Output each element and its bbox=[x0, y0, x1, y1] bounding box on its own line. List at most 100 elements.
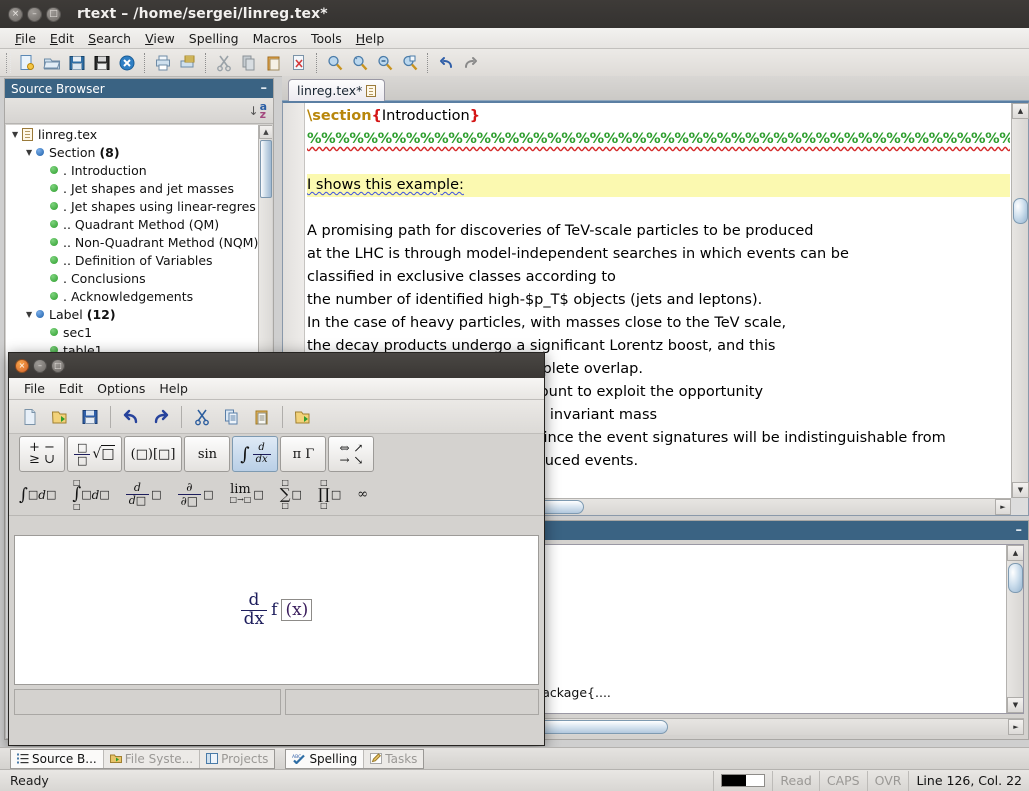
save-icon[interactable] bbox=[64, 51, 89, 75]
menu-macros[interactable]: Macros bbox=[246, 30, 304, 47]
math-dialog-maximize-button[interactable]: □ bbox=[51, 358, 65, 373]
open-file-icon[interactable] bbox=[39, 51, 64, 75]
spelling-dock-minimize-button[interactable]: – bbox=[1016, 524, 1023, 537]
math-menu-options[interactable]: Options bbox=[90, 380, 152, 397]
new-icon[interactable] bbox=[15, 403, 45, 431]
paste-icon[interactable] bbox=[261, 51, 286, 75]
math-tab-fractions-roots[interactable]: □ □ √□ bbox=[67, 436, 122, 472]
derivative-icon[interactable]: d d□ □ bbox=[125, 482, 162, 506]
bottom-tab-file-system[interactable]: File Syste... bbox=[104, 749, 201, 768]
paste-icon[interactable] bbox=[247, 403, 277, 431]
spelling-scroll-thumb[interactable] bbox=[1008, 563, 1023, 593]
print-preview-icon[interactable] bbox=[175, 51, 200, 75]
math-canvas[interactable]: d dx f (x) bbox=[14, 535, 539, 685]
definite-integral-icon[interactable]: □ ∫ □ □ d □ bbox=[72, 479, 109, 511]
tree-row-acknowledgements[interactable]: . Acknowledgements bbox=[6, 287, 272, 305]
window-close-button[interactable]: × bbox=[8, 6, 23, 22]
replace-icon[interactable] bbox=[372, 51, 397, 75]
sort-az-icon[interactable]: ↓ az bbox=[249, 101, 268, 120]
spelling-scroll-down-button[interactable]: ▼ bbox=[1007, 697, 1023, 713]
find-in-files-icon[interactable] bbox=[397, 51, 422, 75]
editor-scroll-thumb[interactable] bbox=[1013, 198, 1028, 224]
tree-row-definition-variables[interactable]: .. Definition of Variables bbox=[6, 251, 272, 269]
editor-tab-linreg[interactable]: linreg.tex* bbox=[288, 79, 386, 101]
window-maximize-button[interactable]: □ bbox=[46, 6, 61, 22]
math-tab-relations[interactable]: + − ≥ ∪ bbox=[19, 436, 65, 472]
tree-row-label[interactable]: ▼ Label (12) bbox=[6, 305, 272, 323]
editor-scroll-up-button[interactable]: ▲ bbox=[1012, 103, 1029, 119]
tree-row-quadrant-method[interactable]: .. Quadrant Method (QM) bbox=[6, 215, 272, 233]
tree-row-conclusions[interactable]: . Conclusions bbox=[6, 269, 272, 287]
undo-icon[interactable] bbox=[433, 51, 458, 75]
bottom-tab-projects[interactable]: Projects bbox=[200, 750, 274, 768]
math-dialog-minimize-button[interactable]: – bbox=[33, 358, 47, 373]
find-next-icon[interactable] bbox=[347, 51, 372, 75]
formula-argument-placeholder[interactable]: (x) bbox=[281, 599, 313, 621]
limit-icon[interactable]: lim □→□ □ bbox=[230, 483, 264, 505]
math-tab-brackets[interactable]: (□)[□] bbox=[123, 436, 183, 472]
memory-meter-wrap[interactable] bbox=[713, 770, 772, 791]
tree-scroll-thumb[interactable] bbox=[260, 140, 272, 198]
save-all-icon[interactable] bbox=[89, 51, 114, 75]
twisty-icon[interactable]: ▼ bbox=[12, 130, 22, 139]
tree-row-non-quadrant-method[interactable]: .. Non-Quadrant Method (NQM) bbox=[6, 233, 272, 251]
menu-search[interactable]: Search bbox=[81, 30, 138, 47]
toolbar-grip[interactable] bbox=[6, 52, 11, 73]
tree-scroll-up-button[interactable]: ▲ bbox=[259, 125, 272, 139]
spelling-scroll-up-button[interactable]: ▲ bbox=[1007, 545, 1023, 561]
open-icon[interactable] bbox=[45, 403, 75, 431]
spelling-hscroll-right-button[interactable]: ► bbox=[1008, 719, 1024, 735]
export-icon[interactable] bbox=[288, 403, 318, 431]
sum-icon[interactable]: □ ∑ □ □ bbox=[280, 479, 302, 510]
math-menu-edit[interactable]: Edit bbox=[52, 380, 90, 397]
menu-edit[interactable]: Edit bbox=[43, 30, 81, 47]
product-icon[interactable]: □ ∏ □ □ bbox=[318, 479, 341, 510]
twisty-icon[interactable]: ▼ bbox=[26, 148, 36, 157]
bottom-tab-tasks[interactable]: Tasks bbox=[364, 750, 423, 768]
menu-spelling[interactable]: Spelling bbox=[182, 30, 246, 47]
copy-icon[interactable] bbox=[236, 51, 261, 75]
new-file-icon[interactable] bbox=[14, 51, 39, 75]
editor-hscroll-right-button[interactable]: ► bbox=[995, 499, 1011, 515]
save-icon[interactable] bbox=[75, 403, 105, 431]
bottom-tab-source-browser[interactable]: Source B... bbox=[11, 749, 104, 768]
undo-icon[interactable] bbox=[116, 403, 146, 431]
tree-row-introduction[interactable]: . Introduction bbox=[6, 161, 272, 179]
cut-icon[interactable] bbox=[187, 403, 217, 431]
bottom-tab-spelling[interactable]: ABC Spelling bbox=[286, 749, 365, 768]
redo-icon[interactable] bbox=[458, 51, 483, 75]
tree-row-section[interactable]: ▼ Section (8) bbox=[6, 143, 272, 161]
menu-help[interactable]: Help bbox=[349, 30, 392, 47]
tree-row-linreg[interactable]: ▼ linreg.tex bbox=[6, 125, 272, 143]
tree-label: . Jet shapes using linear-regres bbox=[63, 198, 256, 214]
delete-icon[interactable] bbox=[286, 51, 311, 75]
menu-view[interactable]: View bbox=[138, 30, 182, 47]
editor-vertical-scrollbar[interactable]: ▲ ▼ bbox=[1011, 103, 1029, 498]
math-tab-calculus[interactable]: ∫ d dx bbox=[232, 436, 279, 472]
copy-icon[interactable] bbox=[217, 403, 247, 431]
math-tab-greek[interactable]: π Γ bbox=[280, 436, 327, 472]
math-tab-functions[interactable]: sin bbox=[184, 436, 231, 472]
twisty-icon[interactable]: ▼ bbox=[26, 310, 36, 319]
redo-icon[interactable] bbox=[146, 403, 176, 431]
editor-scroll-down-button[interactable]: ▼ bbox=[1012, 482, 1029, 498]
math-menu-help[interactable]: Help bbox=[152, 380, 195, 397]
menu-tools[interactable]: Tools bbox=[304, 30, 349, 47]
close-file-icon[interactable] bbox=[114, 51, 139, 75]
source-browser-minimize-button[interactable]: – bbox=[261, 82, 268, 95]
partial-derivative-icon[interactable]: ∂ ∂□ □ bbox=[177, 481, 214, 507]
tree-row-jet-shapes-linreg[interactable]: . Jet shapes using linear-regres bbox=[6, 197, 272, 215]
math-menu-file[interactable]: File bbox=[17, 380, 52, 397]
spelling-vertical-scrollbar[interactable]: ▲ ▼ bbox=[1006, 545, 1023, 713]
math-tab-arrows[interactable]: ⇔ ↗ → ↘ bbox=[328, 436, 375, 472]
menu-file[interactable]: File bbox=[8, 30, 43, 47]
tree-row-sec1[interactable]: sec1 bbox=[6, 323, 272, 341]
tree-row-jet-shapes-masses[interactable]: . Jet shapes and jet masses bbox=[6, 179, 272, 197]
window-minimize-button[interactable]: – bbox=[27, 6, 42, 22]
indefinite-integral-icon[interactable]: ∫ □ d □ bbox=[19, 485, 56, 505]
find-icon[interactable] bbox=[322, 51, 347, 75]
cut-icon[interactable] bbox=[211, 51, 236, 75]
print-icon[interactable] bbox=[150, 51, 175, 75]
infinity-icon[interactable]: ∞ bbox=[357, 487, 368, 502]
math-dialog-close-button[interactable]: × bbox=[15, 358, 29, 373]
